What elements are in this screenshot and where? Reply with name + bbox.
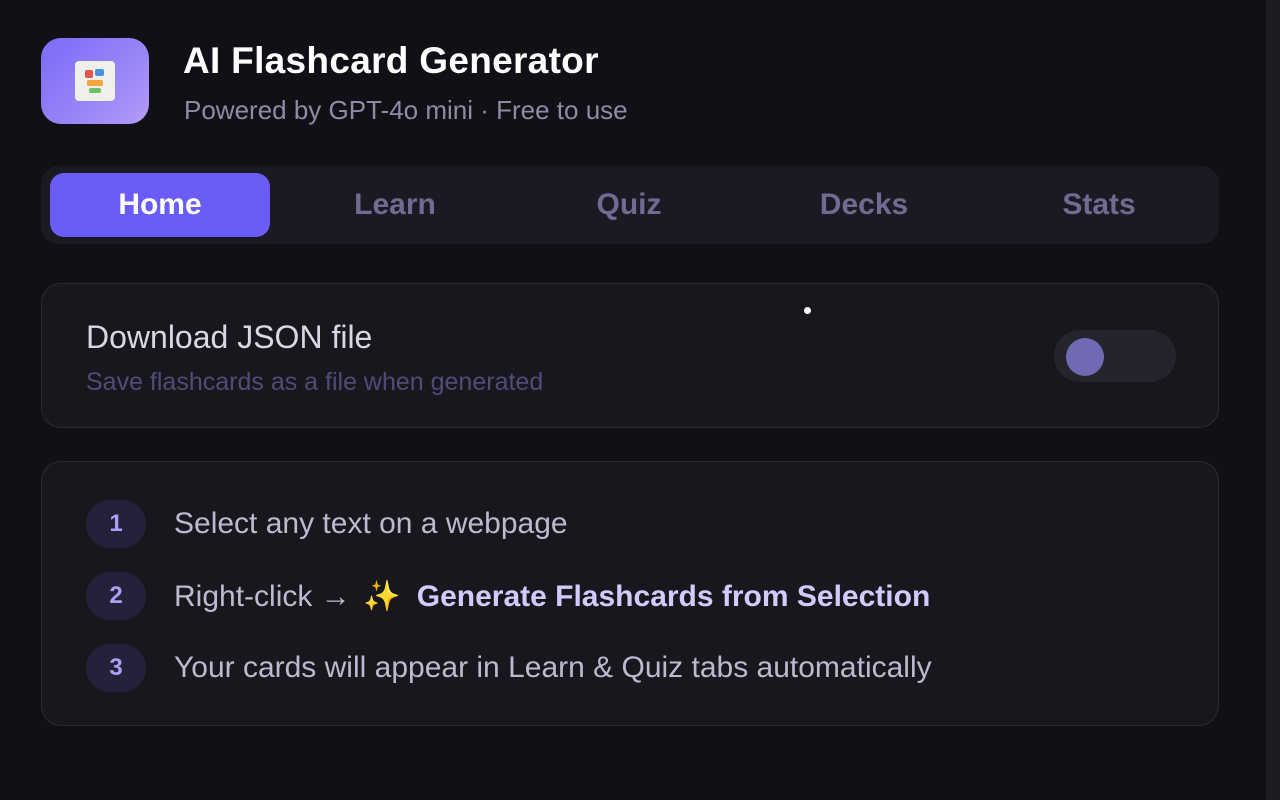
download-json-description: Save flashcards as a file when generated [86, 368, 544, 396]
app-title: AI Flashcard Generator [183, 40, 599, 81]
toggle-knob [1066, 338, 1104, 376]
step-text: Select any text on a webpage [174, 507, 568, 540]
step-action-label: Generate Flashcards from Selection [416, 579, 931, 613]
download-json-card: Download JSON file Save flashcards as a … [41, 283, 1219, 428]
step-number: 1 [86, 500, 146, 548]
step-text: Your cards will appear in Learn & Quiz t… [174, 651, 932, 684]
step-text: Right-click → ✨ Generate Flashcards from… [174, 579, 930, 614]
tab-bar: Home Learn Quiz Decks Stats [41, 166, 1219, 244]
download-json-title: Download JSON file [86, 319, 373, 355]
step-number: 3 [86, 644, 146, 692]
flashcard-app-icon [75, 61, 115, 101]
step-2: 2 Right-click → ✨ Generate Flashcards fr… [86, 572, 930, 620]
window-edge [1266, 0, 1280, 800]
tab-stats[interactable]: Stats [989, 173, 1209, 237]
tab-learn[interactable]: Learn [285, 173, 505, 237]
step-number: 2 [86, 572, 146, 620]
instructions-card: 1 Select any text on a webpage 2 Right-c… [41, 461, 1219, 726]
popup-window: AI Flashcard Generator Powered by GPT-4o… [0, 0, 1280, 800]
app-logo [41, 38, 149, 124]
sparkles-icon: ✨ [363, 579, 401, 613]
tab-home[interactable]: Home [50, 173, 270, 237]
step-1: 1 Select any text on a webpage [86, 500, 568, 548]
step-3: 3 Your cards will appear in Learn & Quiz… [86, 644, 932, 692]
tab-decks[interactable]: Decks [754, 173, 974, 237]
download-json-toggle[interactable] [1054, 330, 1176, 382]
tab-quiz[interactable]: Quiz [519, 173, 739, 237]
step-prefix: Right-click → [174, 579, 351, 613]
mouse-cursor [804, 307, 811, 314]
app-subtitle: Powered by GPT-4o mini · Free to use [184, 95, 628, 125]
